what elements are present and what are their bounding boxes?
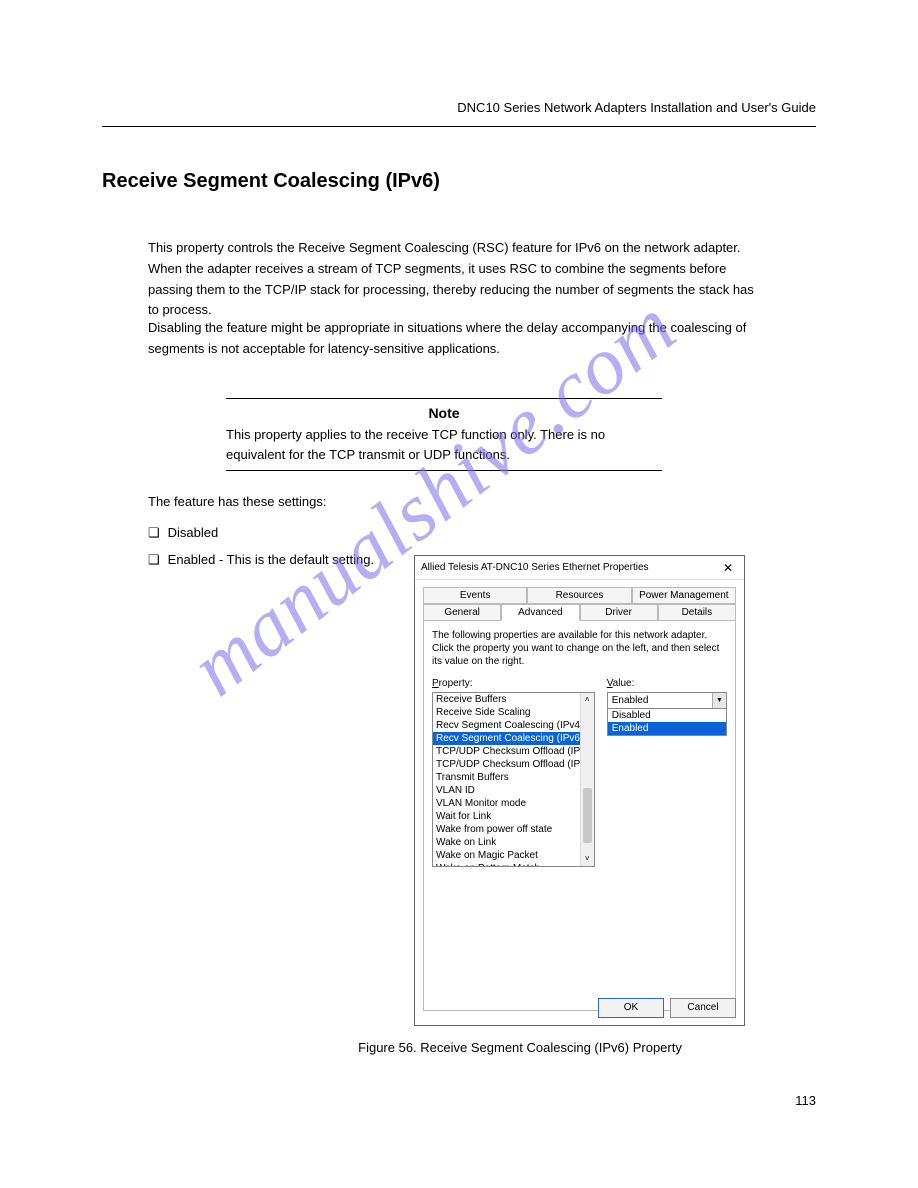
tab-row-1: Events Resources Power Management	[423, 587, 736, 604]
dialog-buttons: OK Cancel	[598, 998, 736, 1018]
list-item[interactable]: Wake on Pattern Match	[433, 862, 580, 867]
list-item[interactable]: Recv Segment Coalescing (IPv6)	[433, 732, 580, 745]
tab-driver[interactable]: Driver	[580, 604, 658, 621]
scrollbar[interactable]: ˄ ˅	[580, 693, 594, 866]
tab-body: The following properties are available f…	[423, 621, 736, 1011]
list-inner: Receive Buffers Receive Side Scaling Rec…	[433, 693, 580, 867]
properties-dialog: Allied Telesis AT-DNC10 Series Ethernet …	[414, 555, 745, 1026]
scroll-up-icon[interactable]: ˄	[581, 693, 594, 707]
cancel-button[interactable]: Cancel	[670, 998, 736, 1018]
tab-resources[interactable]: Resources	[527, 587, 631, 604]
dropdown-item[interactable]: Enabled	[608, 722, 726, 735]
tabs-area: Events Resources Power Management Genera…	[415, 580, 744, 1011]
list-item[interactable]: Wait for Link	[433, 810, 580, 823]
note-block: Note This property applies to the receiv…	[226, 398, 662, 477]
tab-details[interactable]: Details	[658, 604, 736, 621]
value-combo-text: Enabled	[608, 695, 712, 706]
value-combo[interactable]: Enabled ▼	[607, 692, 727, 709]
list-item[interactable]: Receive Buffers	[433, 693, 580, 706]
bullet-item: ❏ Enabled - This is the default setting.	[148, 550, 388, 571]
list-item[interactable]: Wake on Magic Packet	[433, 849, 580, 862]
list-item[interactable]: VLAN ID	[433, 784, 580, 797]
tab-advanced[interactable]: Advanced	[501, 604, 579, 621]
bullet-icon: ❏	[148, 550, 160, 571]
list-item[interactable]: Recv Segment Coalescing (IPv4)	[433, 719, 580, 732]
bullet-text: Disabled	[168, 523, 219, 544]
list-item[interactable]: TCP/UDP Checksum Offload (IPv6	[433, 758, 580, 771]
value-dropdown[interactable]: Disabled Enabled	[607, 709, 727, 736]
list-item[interactable]: TCP/UDP Checksum Offload (IPv4	[433, 745, 580, 758]
bullet-icon: ❏	[148, 523, 160, 544]
scroll-down-icon[interactable]: ˅	[581, 852, 594, 866]
tab-general[interactable]: General	[423, 604, 501, 621]
tab-description: The following properties are available f…	[432, 629, 727, 668]
body-paragraph-2: Disabling the feature might be appropria…	[148, 318, 763, 360]
bullet-text: Enabled - This is the default setting.	[168, 550, 374, 571]
document-header: DNC10 Series Network Adapters Installati…	[457, 100, 816, 115]
property-column: Property: Receive Buffers Receive Side S…	[432, 678, 595, 867]
bullet-item: ❏ Disabled	[148, 523, 388, 544]
scroll-thumb[interactable]	[583, 788, 592, 843]
body-paragraph-3: The feature has these settings: ❏ Disabl…	[148, 492, 388, 576]
list-item[interactable]: VLAN Monitor mode	[433, 797, 580, 810]
header-divider	[102, 126, 816, 127]
note-rule-bottom	[226, 470, 662, 471]
section-heading: Receive Segment Coalescing (IPv6)	[102, 170, 440, 193]
chevron-down-icon[interactable]: ▼	[712, 693, 726, 708]
list-item[interactable]: Receive Side Scaling	[433, 706, 580, 719]
note-rule-top	[226, 398, 662, 399]
property-label: Property:	[432, 678, 595, 689]
dropdown-item[interactable]: Disabled	[608, 709, 726, 722]
close-icon[interactable]: ✕	[718, 561, 738, 575]
value-column: Value: Enabled ▼ Disabled Enabled	[607, 678, 727, 867]
list-item[interactable]: Transmit Buffers	[433, 771, 580, 784]
tab-events[interactable]: Events	[423, 587, 527, 604]
dialog-title: Allied Telesis AT-DNC10 Series Ethernet …	[421, 562, 718, 573]
value-label: Value:	[607, 678, 727, 689]
figure-caption: Figure 56. Receive Segment Coalescing (I…	[340, 1040, 700, 1055]
tab-row-2: General Advanced Driver Details	[423, 604, 736, 621]
note-body: This property applies to the receive TCP…	[226, 425, 662, 464]
property-columns: Property: Receive Buffers Receive Side S…	[432, 678, 727, 867]
body-paragraph-1: This property controls the Receive Segme…	[148, 238, 763, 321]
bullet-intro: The feature has these settings:	[148, 492, 388, 513]
ok-button[interactable]: OK	[598, 998, 664, 1018]
titlebar: Allied Telesis AT-DNC10 Series Ethernet …	[415, 556, 744, 580]
list-item[interactable]: Wake on Link	[433, 836, 580, 849]
note-label: Note	[226, 405, 662, 421]
tab-power-management[interactable]: Power Management	[632, 587, 736, 604]
page-number: 113	[795, 1093, 816, 1108]
list-item[interactable]: Wake from power off state	[433, 823, 580, 836]
property-listbox[interactable]: Receive Buffers Receive Side Scaling Rec…	[432, 692, 595, 867]
